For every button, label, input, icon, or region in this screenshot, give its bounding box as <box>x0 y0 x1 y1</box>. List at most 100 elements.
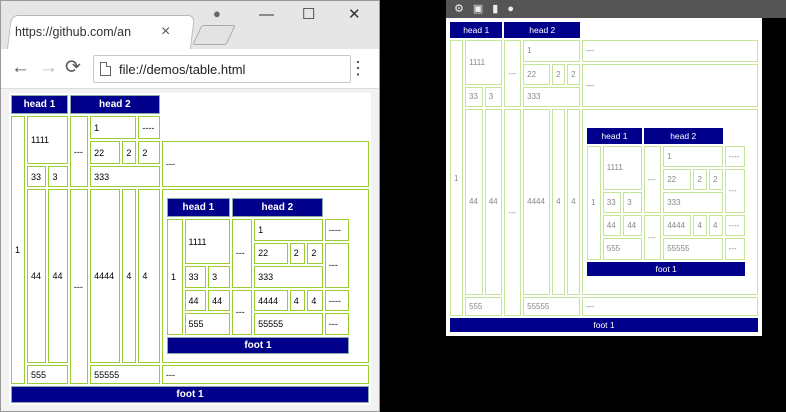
circle-icon[interactable]: ● <box>507 3 514 15</box>
table-cell: ---- <box>138 116 160 140</box>
table-cell: 555 <box>27 365 68 384</box>
table-cell: 1 <box>166 219 183 336</box>
table-cell: 3 <box>208 266 230 288</box>
table-cell: 1 <box>587 145 601 260</box>
table-cell: --- <box>643 145 662 214</box>
table-cell: --- <box>324 242 349 288</box>
nested-table-cell: head 1 head 2 1 1111 --- 1 ---- 22 2 2 -… <box>161 189 369 364</box>
header-cell: head 1 <box>450 22 503 38</box>
browser-tab[interactable]: https://github.com/an × <box>15 19 185 45</box>
address-text: file://demos/table.html <box>119 61 246 77</box>
table-cell: 4 <box>693 215 708 237</box>
table-cell: --- <box>161 141 369 188</box>
table-cell: --- <box>161 365 369 384</box>
table-cell: 55555 <box>90 365 160 384</box>
table-cell: 22 <box>523 63 551 86</box>
table-cell: ---- <box>724 145 746 167</box>
menu-icon[interactable]: ⋮ <box>349 58 367 78</box>
back-icon[interactable]: ← <box>11 57 30 79</box>
app-content: head 1 head 2 1 1111 --- 1 — 22 2 2 — 33… <box>446 18 762 336</box>
table-cell: 33 <box>465 87 483 107</box>
table-cell: 2 <box>693 168 708 190</box>
table-cell: 1 <box>11 116 26 384</box>
table-cell: 44 <box>623 215 642 237</box>
table-cell: 44 <box>208 289 230 312</box>
tab-close-icon[interactable]: × <box>161 24 170 40</box>
header-cell: head 1 <box>11 95 68 114</box>
table-cell: 44 <box>27 189 47 364</box>
table-cell: 555 <box>602 238 642 260</box>
table-cell: 4444 <box>254 289 288 312</box>
table-cell: --- <box>724 168 746 214</box>
table-cell: 1111 <box>602 145 642 190</box>
table-cell: 3 <box>484 87 503 107</box>
table-cell: --- <box>231 219 253 288</box>
table-cell: 1 <box>523 40 581 62</box>
header-cell: head 2 <box>231 198 323 218</box>
inner-table-preview: head 1 head 2 1 1111 --- 1 ---- 22 2 2 -… <box>585 126 747 278</box>
table-cell: --- <box>69 189 89 384</box>
table-cell: 1 <box>450 40 464 316</box>
table-cell: 1 <box>663 145 723 167</box>
forward-icon[interactable]: → <box>39 57 58 79</box>
header-cell: head 1 <box>166 198 230 218</box>
outer-table-preview: head 1 head 2 1 1111 --- 1 — 22 2 2 — 33… <box>448 20 760 334</box>
table-cell: 2 <box>709 168 723 190</box>
file-icon <box>100 62 111 76</box>
table-cell: 33 <box>602 191 622 214</box>
maximize-icon[interactable]: ☐ <box>302 5 315 25</box>
table-cell: 333 <box>663 191 723 214</box>
table-cell: — <box>582 63 758 107</box>
table-cell: 2 <box>289 242 306 265</box>
table-cell: 2 <box>122 141 137 165</box>
footer-cell: foot 1 <box>450 318 758 332</box>
table-cell: 555 <box>184 313 230 336</box>
gear-icon[interactable]: ⚙ <box>454 3 464 15</box>
table-cell: ---- <box>324 289 349 312</box>
table-cell: 3 <box>48 166 68 188</box>
new-tab-button[interactable] <box>192 25 236 45</box>
reload-icon[interactable]: ⟳ <box>65 57 81 79</box>
table-cell: 22 <box>663 168 692 190</box>
table-cell: 2 <box>567 63 581 86</box>
app-toolbar: ⚙ ▣ ▮ ● <box>446 0 786 18</box>
table-cell: 4 <box>567 108 581 295</box>
browser-toolbar: ← → ⟳ file://demos/table.html ⋮ <box>1 49 379 89</box>
table-cell: --- <box>231 289 253 336</box>
minimize-icon[interactable]: — <box>259 5 274 25</box>
table-cell: 44 <box>484 108 503 295</box>
footer-cell: foot 1 <box>166 337 349 355</box>
footer-cell: foot 1 <box>587 261 746 276</box>
table-cell: --- <box>69 116 89 188</box>
address-bar[interactable]: file://demos/table.html <box>93 55 351 83</box>
inner-table: head 1 head 2 1 1111 --- 1 ---- 22 2 2 -… <box>165 196 351 356</box>
profile-icon[interactable]: ● <box>213 4 221 24</box>
table-cell: 4444 <box>523 108 551 295</box>
table-cell: 333 <box>254 266 323 288</box>
table-cell: — <box>582 296 758 316</box>
tab-title: https://github.com/an <box>15 25 132 39</box>
table-cell: 33 <box>184 266 207 288</box>
header-cell: head 1 <box>587 127 642 144</box>
table-cell: 4 <box>289 289 306 312</box>
table-cell: --- <box>504 40 522 107</box>
table-cell: 44 <box>465 108 483 295</box>
table-cell: 22 <box>254 242 288 265</box>
table-cell: --- <box>643 215 662 260</box>
document-icon[interactable]: ▮ <box>492 3 498 15</box>
table-cell: 4 <box>138 189 160 364</box>
table-cell: 3 <box>623 191 642 214</box>
table-cell: 4 <box>552 108 566 295</box>
header-cell: head 2 <box>504 22 581 38</box>
font-icon[interactable]: ▣ <box>473 3 483 15</box>
header-cell: head 2 <box>69 95 160 114</box>
table-cell: 1111 <box>27 116 68 165</box>
table-cell: 22 <box>90 141 121 165</box>
table-cell: 4 <box>122 189 137 364</box>
table-cell: 4 <box>709 215 723 237</box>
footer-cell: foot 1 <box>11 386 369 403</box>
outer-table: head 1 head 2 1 1111 --- 1 ---- 22 2 2 -… <box>9 93 371 405</box>
close-window-icon[interactable]: ✕ <box>348 5 361 25</box>
table-cell: ---- <box>324 219 349 241</box>
table-cell: 1 <box>90 116 137 140</box>
